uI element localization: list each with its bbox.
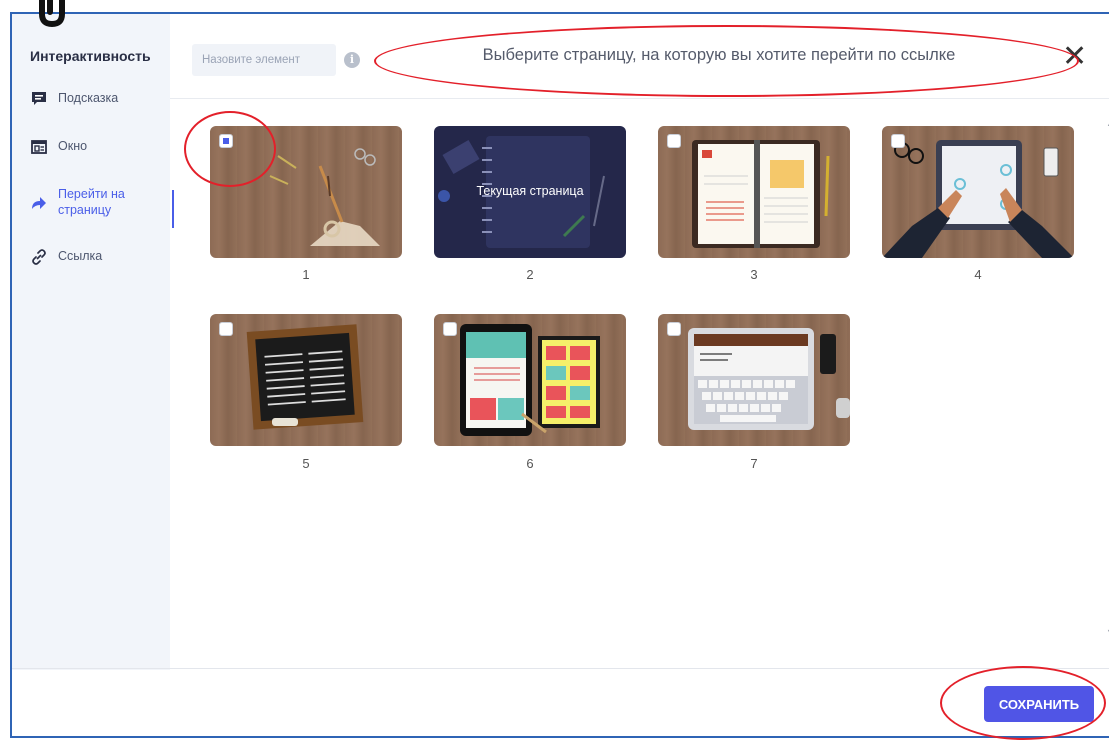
paperclip-icon	[39, 0, 65, 28]
page-checkbox-5[interactable]	[219, 322, 233, 336]
tooltip-icon	[28, 90, 50, 108]
current-page-label: Текущая страница	[476, 184, 584, 198]
page-number-4: 4	[974, 267, 982, 282]
sidebar-item-label: Ссылка	[58, 249, 103, 263]
page-number-7: 7	[750, 456, 758, 471]
page-6-preview	[460, 324, 600, 436]
sidebar-title: Интерактивность	[30, 48, 151, 64]
page-thumbnail-7[interactable]	[658, 314, 850, 446]
page-grid: 1 Текущая страница 2 3 4 5 6 7	[170, 99, 1095, 670]
page-number-5: 5	[302, 456, 310, 471]
arrow-right-icon	[28, 194, 50, 212]
sidebar-item-go-to-page[interactable]: Перейти на страницу	[28, 186, 174, 248]
page-thumbnail-3[interactable]	[658, 126, 850, 258]
page-thumbnail-1[interactable]	[210, 126, 402, 258]
page-5-preview	[246, 324, 364, 430]
sidebar-item-window[interactable]: Окно	[28, 138, 170, 186]
save-button[interactable]: СОХРАНИТЬ	[984, 686, 1094, 722]
sidebar-item-label: Перейти на страницу	[58, 187, 125, 217]
page-number-3: 3	[750, 267, 758, 282]
sidebar-item-label: Подсказка	[58, 91, 119, 105]
page-title: Выберите страницу, на которую вы хотите …	[482, 46, 956, 64]
dialog-frame: Интерактивность Подсказка Окно Перейти н…	[10, 12, 1109, 738]
page-number-2: 2	[526, 267, 534, 282]
element-name-input[interactable]	[192, 44, 336, 76]
page-thumbnail-4[interactable]	[882, 126, 1074, 258]
page-checkbox-4[interactable]	[891, 134, 905, 148]
page-7-preview	[688, 328, 850, 430]
link-icon	[28, 248, 50, 266]
page-number-6: 6	[526, 456, 534, 471]
sidebar-item-link[interactable]: Ссылка	[28, 248, 170, 296]
page-1-preview	[269, 148, 380, 246]
page-thumbnail-5[interactable]	[210, 314, 402, 446]
footer-divider	[12, 668, 1109, 669]
close-button[interactable]: ✕	[1062, 42, 1088, 76]
page-checkbox-1[interactable]	[219, 134, 233, 148]
page-checkbox-7[interactable]	[667, 322, 681, 336]
page-thumbnail-2[interactable]: Текущая страница	[434, 126, 626, 258]
page-thumbnail-6[interactable]	[434, 314, 626, 446]
sidebar-item-tooltip[interactable]: Подсказка	[28, 90, 170, 138]
page-4-preview	[882, 140, 1074, 258]
page-checkbox-3[interactable]	[667, 134, 681, 148]
window-icon	[28, 138, 50, 156]
sidebar-menu: Подсказка Окно Перейти на страницу Ссылк…	[28, 90, 174, 296]
info-icon[interactable]: i	[344, 52, 360, 68]
sidebar: Интерактивность Подсказка Окно Перейти н…	[12, 14, 174, 670]
page-3-preview	[692, 140, 830, 248]
page-checkbox-6[interactable]	[443, 322, 457, 336]
page-number-1: 1	[302, 267, 310, 282]
sidebar-item-label: Окно	[58, 139, 88, 153]
